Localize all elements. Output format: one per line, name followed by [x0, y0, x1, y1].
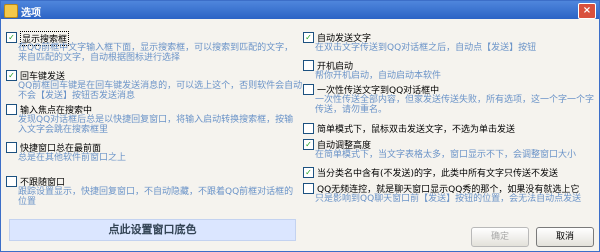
- option-description: 在双击文字传送到QQ对话框之后，自动点【发送】按钮: [315, 43, 536, 53]
- checkbox[interactable]: ✓: [6, 32, 17, 43]
- checkbox[interactable]: [303, 60, 314, 71]
- checkbox[interactable]: ✓: [303, 167, 314, 178]
- option-description-line: 入文字会跳在搜索框里: [18, 125, 109, 135]
- option-description-line: 总是在其他软件前窗口之上: [18, 153, 127, 163]
- app-icon: [4, 4, 18, 18]
- option-description-line: 在简单模式下，当文字表格太多，窗口显示不下，会调整窗口大小: [315, 150, 577, 160]
- option-description: 在简单模式下，当文字表格太多，窗口显示不下，会调整窗口大小: [315, 150, 576, 160]
- confirm-button[interactable]: 确定: [471, 227, 529, 247]
- checkbox[interactable]: ✓: [303, 139, 314, 150]
- checkbox[interactable]: [303, 123, 314, 134]
- option-description: 在QQ前框中文字输入框下面，显示搜索框，可以搜索到匹配的文字， 来自匹配的文字，自…: [18, 43, 293, 63]
- checkbox[interactable]: [6, 176, 17, 187]
- option-description: 只是影响到QQ聊天窗口前【发送】按钮的位置，会无法自动点发送: [315, 194, 581, 204]
- option-description-line: 帮你开机启动，自动启动本软件: [315, 71, 442, 81]
- cancel-button[interactable]: 取消: [536, 227, 594, 247]
- title-bar: 选项 ×: [1, 1, 599, 19]
- option-label: 简单模式下，鼠标双击发送文字，不选为单击发送: [317, 125, 516, 135]
- option-description: QQ前框回车键是在回车键发送消息的，可以选上这个，否则软件会自动 不会【发送】按钮…: [18, 81, 302, 101]
- checkbox[interactable]: [303, 183, 314, 194]
- options-dialog: 选项 × ✓ 显示搜索框 在QQ前框中文字输入框下面，显示搜索框，可以搜索到匹配的文…: [0, 0, 600, 252]
- option-description: 一次性传送全部内容，但家发送传送失败，所有选项，这一个字一个字 传送，请勿重名。: [315, 95, 594, 115]
- checkbox[interactable]: [303, 84, 314, 95]
- checkbox[interactable]: ✓: [6, 70, 17, 81]
- option-description-line: 来自匹配的文字，自动根据图标进行选择: [18, 53, 181, 63]
- option-description-line: 传送，请勿重名。: [315, 105, 388, 115]
- option-description-line: 位置: [18, 197, 37, 207]
- checkbox[interactable]: ✓: [303, 32, 314, 43]
- close-icon[interactable]: ×: [578, 3, 596, 19]
- checkbox[interactable]: [6, 104, 17, 115]
- option-description: 发现QQ对话框后总是以快捷回复窗口，将输入启动转换搜索框，按输 入文字会跳在搜索框…: [18, 115, 293, 135]
- set-background-color-button[interactable]: 点此设置窗口底色: [9, 219, 296, 241]
- option-description-line: 发现QQ对话框后总是以快捷回复窗口，将输入启动转换搜索框，按输: [18, 115, 294, 125]
- option-description-line: QQ前框回车键是在回车键发送消息的，可以选上这个，否则软件会自动: [18, 81, 303, 91]
- option-description-line: 不会【发送】按钮否发送消息: [18, 91, 136, 101]
- option-description: 帮你开机启动，自动启动本软件: [315, 71, 441, 81]
- option-description-line: 一次性传送全部内容，但家发送传送失败，所有选项，这一个字一个字: [315, 95, 595, 105]
- option-label: 当分类名中含有(不发送)的字，此类中所有文字只传送不发送: [317, 169, 559, 179]
- option-description-line: 跟踪设置显示，快捷回复窗口，不自动隐藏，不跟着QQ前框对话框的: [18, 187, 294, 197]
- option-description-line: 在双击文字传送到QQ对话框之后，自动点【发送】按钮: [315, 43, 537, 53]
- option-description-line: 在QQ前框中文字输入框下面，显示搜索框，可以搜索到匹配的文字，: [18, 43, 294, 53]
- option-description: 总是在其他软件前窗口之上: [18, 153, 126, 163]
- window-title: 选项: [21, 8, 41, 19]
- option-description: 跟踪设置显示，快捷回复窗口，不自动隐藏，不跟着QQ前框对话框的 位置: [18, 187, 293, 207]
- checkbox[interactable]: [6, 142, 17, 153]
- option-description-line: 只是影响到QQ聊天窗口前【发送】按钮的位置，会无法自动点发送: [315, 194, 582, 204]
